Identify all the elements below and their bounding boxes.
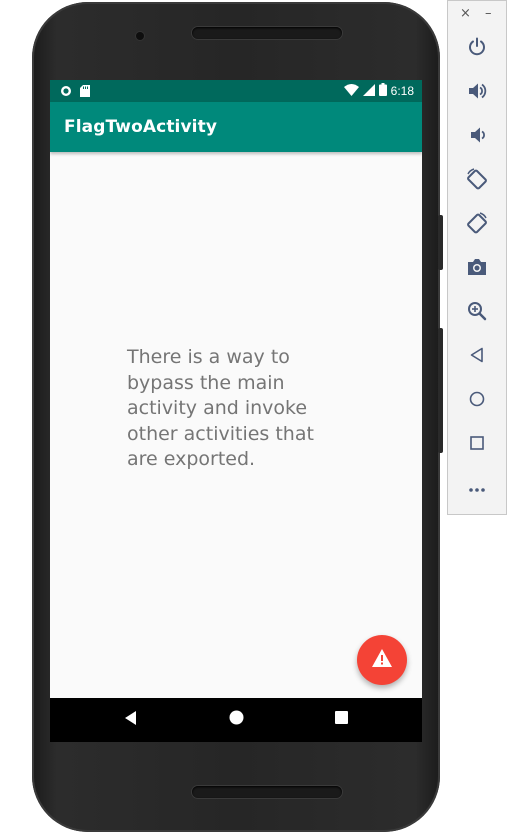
back-icon: [469, 347, 485, 368]
message-text: There is a way to bypass the main activi…: [127, 346, 314, 470]
volume-down-icon: [467, 125, 487, 150]
device-screen: 6:18 FlagTwoActivity There is a way to b…: [50, 80, 422, 742]
emulator-close-button[interactable]: ×: [460, 7, 471, 20]
emulator-overview-button[interactable]: [465, 433, 489, 457]
navigation-bar: [50, 698, 422, 742]
warning-fab-button[interactable]: [357, 635, 407, 685]
emulator-power-button[interactable]: [465, 37, 489, 61]
emulator-volume-down-button[interactable]: [465, 125, 489, 149]
circle-notification-icon: [60, 84, 72, 102]
screenshot-icon: [467, 258, 487, 281]
sd-card-icon: [80, 84, 90, 102]
nav-back-button[interactable]: [119, 708, 143, 732]
volume-side-button[interactable]: [438, 328, 443, 453]
power-side-button[interactable]: [438, 215, 443, 270]
back-icon: [124, 710, 138, 730]
overview-icon: [469, 435, 485, 456]
emulator-rotate-left-button[interactable]: [465, 167, 489, 195]
rotate-left-icon: [466, 167, 488, 195]
emulator-more-button[interactable]: [465, 477, 489, 501]
more-icon: [468, 480, 486, 498]
bottom-speaker: [192, 786, 342, 798]
nav-home-button[interactable]: [224, 708, 248, 732]
volume-up-icon: [467, 81, 487, 106]
status-time: 6:18: [390, 84, 414, 98]
app-bar: FlagTwoActivity: [50, 102, 422, 152]
zoom-icon: [467, 301, 487, 326]
wifi-icon: [343, 83, 359, 99]
front-camera: [136, 32, 144, 40]
app-title: FlagTwoActivity: [64, 117, 217, 137]
top-speaker: [192, 27, 342, 39]
emulator-volume-up-button[interactable]: [465, 81, 489, 105]
emulator-home-button[interactable]: [465, 389, 489, 413]
battery-icon: [378, 83, 387, 99]
status-bar: 6:18: [50, 80, 422, 102]
nav-recents-button[interactable]: [329, 708, 353, 732]
warning-icon: [372, 648, 392, 672]
rotate-right-icon: [466, 211, 488, 239]
emulator-screenshot-button[interactable]: [465, 257, 489, 281]
signal-icon: [362, 83, 375, 99]
recents-icon: [334, 711, 348, 729]
power-icon: [467, 37, 487, 62]
home-icon: [469, 391, 485, 412]
emulator-minimize-button[interactable]: –: [485, 7, 492, 20]
emulator-rotate-right-button[interactable]: [465, 211, 489, 239]
emulator-toolbar: × –: [447, 0, 507, 515]
emulator-zoom-button[interactable]: [465, 301, 489, 325]
emulator-back-button[interactable]: [465, 345, 489, 369]
home-icon: [229, 710, 244, 730]
